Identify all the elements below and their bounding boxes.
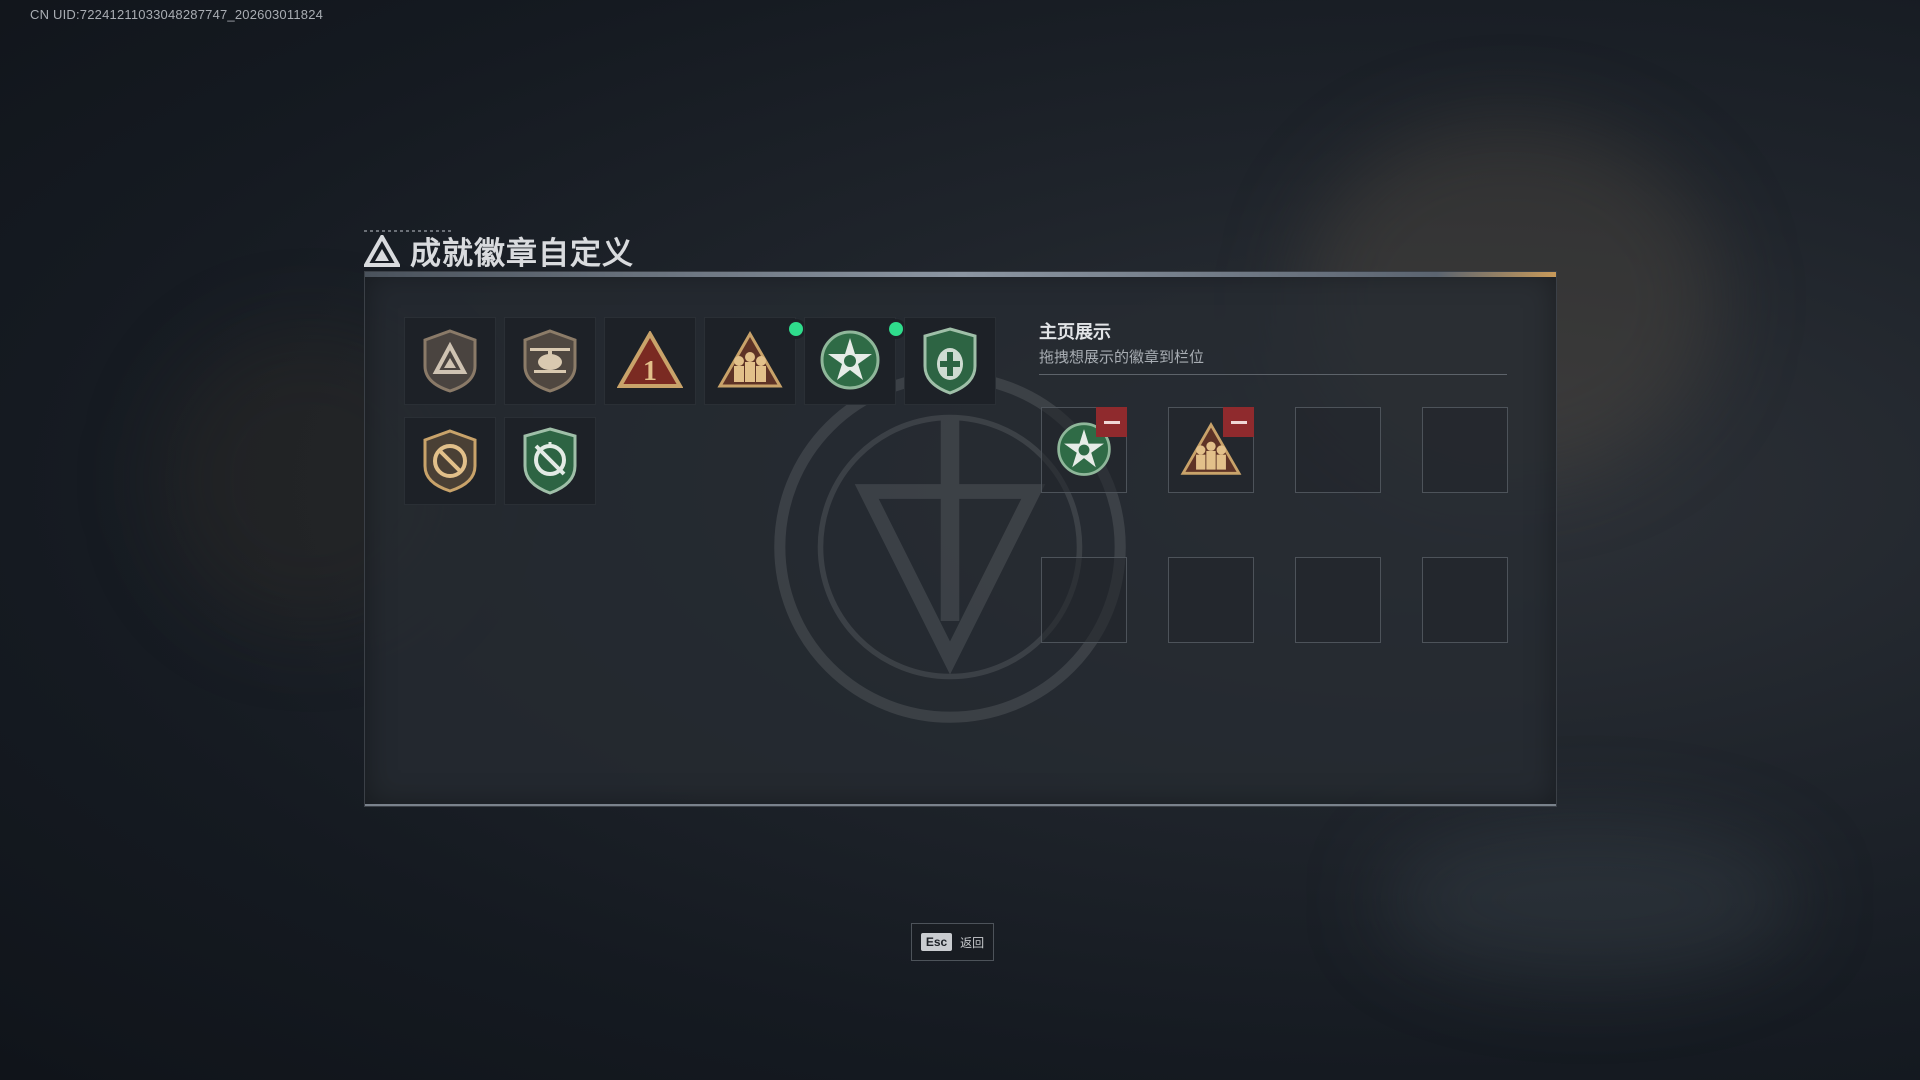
green-crosshair-shield-badge-icon — [523, 427, 577, 495]
panel-top-bar — [365, 272, 1556, 277]
badge-number-label: 1 — [643, 356, 657, 387]
esc-key-icon: Esc — [920, 933, 953, 951]
showcase-subtitle: 拖拽想展示的徽章到栏位 — [1039, 349, 1205, 366]
page-title: 成就徽章自定义 — [410, 236, 634, 271]
badge-tile[interactable] — [804, 317, 903, 405]
new-indicator-dot — [789, 322, 803, 336]
uid-text: CN UID:7224121103304828​7747_20260301182… — [30, 7, 324, 22]
delta-logo-icon — [364, 234, 400, 267]
showcase-divider — [1039, 374, 1507, 375]
showcase-slot-empty[interactable] — [1295, 557, 1381, 643]
remove-badge-button[interactable] — [1096, 407, 1127, 437]
badge-tile[interactable] — [904, 317, 996, 405]
green-medic-shield-badge-icon — [923, 327, 977, 395]
page-header: 成就徽章自定义 — [364, 228, 634, 273]
minus-icon — [1103, 420, 1120, 424]
background-glow — [1380, 820, 1800, 980]
title-decoration — [364, 230, 454, 232]
showcase-slot-empty[interactable] — [1422, 557, 1508, 643]
panel-bottom-bar — [365, 804, 1556, 806]
soldiers-triangle-badge-icon — [717, 331, 783, 388]
new-indicator-dot — [889, 322, 903, 336]
back-button-label: 返回 — [960, 935, 985, 950]
triangle-shield-badge-icon — [423, 329, 477, 393]
showcase-title: 主页展示 — [1039, 322, 1111, 342]
helicopter-shield-badge-icon — [523, 329, 577, 393]
badge-tile[interactable] — [404, 417, 496, 505]
minus-icon — [1230, 420, 1247, 424]
back-button[interactable]: Esc 返回 — [911, 923, 994, 961]
showcase-slot[interactable] — [1041, 407, 1127, 493]
showcase-slot-empty[interactable] — [1041, 557, 1127, 643]
number-one-triangle-badge-icon: 1 — [617, 331, 683, 388]
badge-tile[interactable] — [504, 317, 596, 405]
badge-customize-panel: 1 主页展示 拖拽想展示的徽章到栏位 — [364, 271, 1557, 807]
showcase-slot-empty[interactable] — [1168, 557, 1254, 643]
badge-tile[interactable] — [404, 317, 496, 405]
badge-tile[interactable]: 1 — [604, 317, 696, 405]
remove-badge-button[interactable] — [1223, 407, 1254, 437]
showcase-slot[interactable] — [1168, 407, 1254, 493]
no-rifle-shield-badge-icon — [423, 429, 477, 493]
badge-tile[interactable] — [704, 317, 803, 405]
green-star-wreath-badge-icon — [820, 330, 880, 390]
badge-tile[interactable] — [504, 417, 596, 505]
showcase-slot-empty[interactable] — [1422, 407, 1508, 493]
showcase-slot-empty[interactable] — [1295, 407, 1381, 493]
